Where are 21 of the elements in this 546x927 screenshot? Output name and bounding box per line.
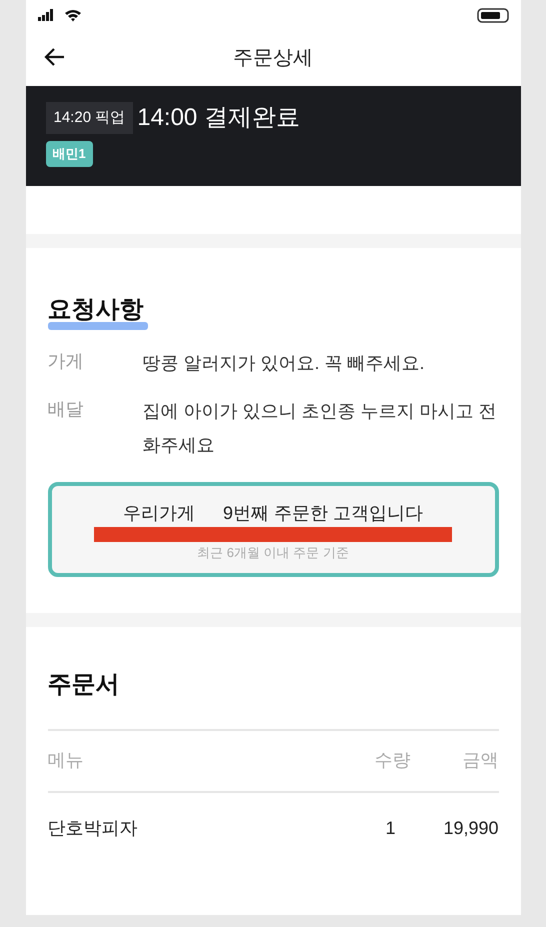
request-text: 땅콩 알러지가 있어요. 꼭 빼주세요. (142, 352, 425, 375)
request-text: 집에 아이가 있으니 초인종 누르지 마시고 전화주세요 (142, 400, 498, 457)
page-title: 주문상세 (233, 46, 313, 71)
battery-icon (476, 8, 508, 22)
column-header: 메뉴 (48, 749, 84, 772)
request-label: 가게 (48, 350, 84, 373)
table-cell-text: 19,990 (442, 817, 498, 840)
wifi-icon (64, 8, 82, 22)
column-header: 수량 (374, 749, 410, 772)
table-cell-text: 1 (384, 817, 396, 840)
order-count-text: 9번째 주문한 고객입니다 (222, 502, 423, 525)
payment-status: 14:00 결제완료 (137, 103, 300, 133)
request-label: 배달 (48, 398, 84, 421)
criteria-caption: 최근 6개월 이내 주문 기준 (197, 544, 349, 562)
column-header: 금액 (462, 749, 498, 772)
pickup-time-tag: 14:20 픽업 (46, 102, 134, 134)
section-title: 요청사항 (48, 296, 144, 323)
channel-badge: 배민1 (46, 141, 93, 166)
table-cell-text: 단호박피자 (48, 817, 138, 840)
store-label: 우리가게 (122, 502, 195, 525)
section-title: 주문서 (48, 670, 120, 700)
